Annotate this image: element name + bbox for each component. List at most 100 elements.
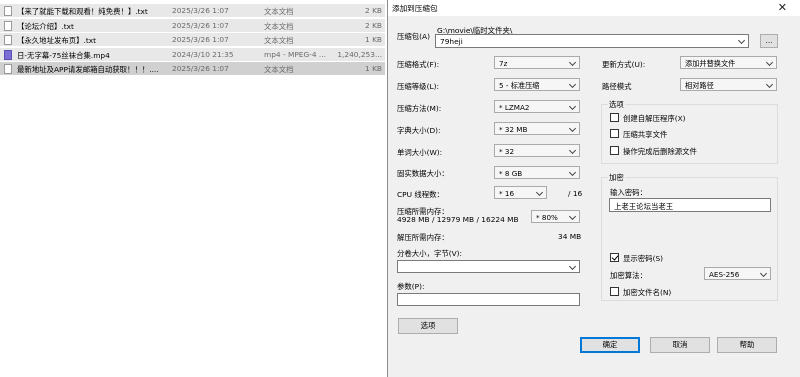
add-to-archive-dialog: 添加到压缩包 ✕ 压缩包(A) G:\movie\临时文件夹\ 79heji .… — [387, 0, 800, 377]
file-row[interactable]: 最新地址及APP请发邮箱自动获取！！！.... 2025/3/26 1:07 文本文… — [0, 62, 385, 75]
close-icon[interactable]: ✕ — [778, 0, 787, 16]
update-label: 更新方式(U): — [602, 60, 646, 69]
file-size: 1 KB — [365, 35, 382, 44]
file-size: 1,240,253... — [337, 49, 382, 59]
params-label: 参数(P): — [397, 282, 425, 291]
file-row[interactable]: 【论坛介绍】.txt 2025/3/26 1:07 文本文档 2 KB — [0, 18, 385, 32]
format-label: 压缩格式(F): — [397, 60, 440, 69]
word-label: 单词大小(W): — [397, 148, 443, 157]
text-file-icon — [4, 20, 12, 31]
archive-label: 压缩包(A) — [397, 32, 430, 41]
delete-source-label: 操作完成后删除源文件 — [623, 147, 697, 156]
memory-detail: 4928 MB / 12979 MB / 16224 MB — [397, 215, 519, 224]
chevron-down-icon — [570, 214, 576, 220]
format-select[interactable]: 7z — [494, 56, 580, 69]
update-select[interactable]: 添加并替换文件 — [680, 56, 777, 69]
file-row[interactable]: 日-无字幕-75丝袜合集.mp4 2024/3/10 21:35 mp4 - MPE… — [0, 47, 385, 61]
split-combo[interactable] — [397, 260, 580, 273]
text-file-icon — [4, 6, 12, 16]
chevron-down-icon — [570, 148, 576, 154]
split-label: 分卷大小，字节(V): — [397, 249, 463, 258]
file-row[interactable]: 【来了就能下载和观看！纯免费！】.txt 2025/3/26 1:07 文本文档 2 … — [0, 4, 385, 17]
memory-select[interactable]: * 80% — [531, 210, 580, 223]
solid-label: 固实数据大小： — [397, 169, 449, 178]
archive-name-value: 79heji — [440, 37, 463, 46]
chevron-down-icon — [570, 170, 576, 176]
chevron-down-icon — [570, 104, 576, 110]
browse-button[interactable]: ... — [760, 34, 778, 48]
method-label: 压缩方法(M): — [397, 104, 442, 113]
file-date: 2025/3/26 1:07 — [172, 35, 229, 44]
format-value: 7z — [499, 59, 508, 68]
chevron-down-icon — [570, 60, 576, 66]
dict-select[interactable]: * 32 MB — [494, 122, 580, 135]
pathmode-label: 路径模式 — [602, 82, 632, 91]
delete-source-checkbox[interactable] — [610, 146, 619, 155]
pathmode-select[interactable]: 相对路径 — [680, 78, 777, 91]
file-date: 2024/3/10 21:35 — [172, 49, 234, 59]
file-row[interactable]: 【永久地址发布页】.txt 2025/3/26 1:07 文本文档 1 KB — [0, 33, 385, 46]
cpu-total: / 16 — [568, 189, 583, 198]
method-select[interactable]: * LZMA2 — [494, 100, 580, 113]
cpu-value: * 16 — [499, 189, 515, 198]
chevron-down-icon — [767, 82, 773, 88]
memory-value: * 80% — [536, 213, 558, 222]
file-date: 2025/3/26 1:07 — [172, 20, 229, 30]
password-label: 输入密码： — [610, 188, 647, 197]
solid-value: * 8 GB — [499, 169, 523, 178]
dialog-title: 添加到压缩包 — [392, 4, 438, 13]
encryption-method-value: AES-256 — [709, 270, 740, 279]
chevron-down-icon — [537, 190, 543, 196]
file-size: 2 KB — [365, 6, 382, 15]
archive-name-combo[interactable]: 79heji — [435, 34, 749, 48]
file-name: 【来了就能下载和观看！纯免费！】.txt — [17, 7, 148, 16]
file-type: 文本文档 — [264, 7, 294, 16]
encryption-method-label: 加密算法： — [610, 271, 647, 280]
decompress-value: 34 MB — [558, 232, 582, 241]
file-type: 文本文档 — [264, 65, 294, 74]
file-date: 2025/3/26 1:07 — [172, 64, 229, 73]
ok-button[interactable]: 确定 — [580, 337, 640, 353]
dict-value: * 32 MB — [499, 125, 528, 134]
file-type: 文本文档 — [264, 36, 294, 45]
encrypt-names-checkbox[interactable] — [610, 287, 619, 296]
encrypt-names-label: 加密文件名(N) — [623, 288, 672, 297]
params-input[interactable] — [397, 293, 580, 306]
decompress-label: 解压所需内存： — [397, 233, 449, 242]
shared-files-label: 压缩共享文件 — [623, 130, 668, 139]
help-button[interactable]: 帮助 — [717, 337, 777, 353]
word-value: * 32 — [499, 147, 515, 156]
file-type: 文本文档 — [264, 21, 294, 31]
options-button[interactable]: 选项 — [398, 318, 458, 334]
file-size: 1 KB — [365, 64, 382, 73]
file-size: 2 KB — [365, 20, 382, 30]
word-select[interactable]: * 32 — [494, 144, 580, 157]
password-input[interactable]: 上老王论坛当老王 — [609, 198, 771, 212]
cpu-select[interactable]: * 16 — [494, 186, 547, 199]
show-password-checkbox[interactable] — [610, 253, 619, 262]
file-date: 2025/3/26 1:07 — [172, 6, 229, 15]
level-select[interactable]: 5 - 标准压缩 — [494, 78, 580, 91]
chevron-down-icon — [570, 126, 576, 132]
encryption-method-select[interactable]: AES-256 — [704, 267, 771, 280]
file-name: 最新地址及APP请发邮箱自动获取！！！.... — [17, 65, 159, 74]
chevron-down-icon — [761, 271, 767, 277]
shared-files-checkbox[interactable] — [610, 129, 619, 138]
dict-label: 字典大小(D): — [397, 126, 441, 135]
show-password-label: 显示密码(S) — [623, 254, 664, 263]
file-name: 【论坛介绍】.txt — [17, 21, 74, 31]
solid-select[interactable]: * 8 GB — [494, 166, 580, 179]
cancel-button[interactable]: 取消 — [650, 337, 710, 353]
options-group-title: 选项 — [608, 99, 625, 110]
video-file-icon — [4, 49, 12, 60]
chevron-down-icon — [739, 38, 745, 44]
text-file-icon — [4, 35, 12, 45]
sfx-label: 创建自解压程序(X) — [623, 114, 686, 123]
chevron-down-icon — [767, 60, 773, 66]
pathmode-value: 相对路径 — [685, 81, 714, 90]
method-value: * LZMA2 — [499, 103, 530, 112]
text-file-icon — [4, 64, 12, 74]
file-type: mp4 - MPEG-4 ... — [264, 49, 326, 59]
update-value: 添加并替换文件 — [685, 59, 736, 68]
sfx-checkbox[interactable] — [610, 113, 619, 122]
